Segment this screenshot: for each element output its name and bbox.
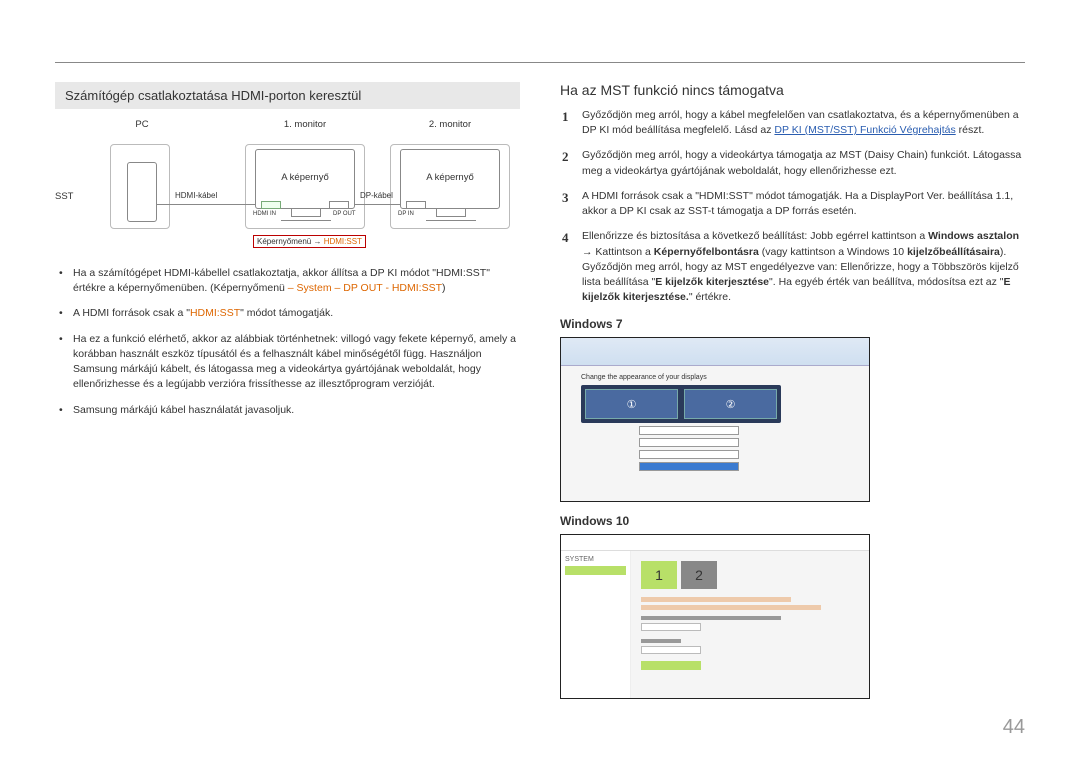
page-number: 44: [1003, 716, 1025, 739]
hdmi-in-port: [261, 201, 281, 209]
windows-7-label: Windows 7: [560, 317, 1025, 331]
connection-diagram: PC 1. monitor 2. monitor SST A képernyő …: [55, 119, 520, 254]
list-item: Ellenőrizze és biztosítása a következő b…: [582, 229, 1025, 305]
dp-out-port: [329, 201, 349, 209]
settings-sidebar: SYSTEM: [561, 551, 631, 698]
monitor-2-icon: A képernyő: [400, 149, 500, 209]
numbered-list: Győződjön meg arról, hogy a kábel megfel…: [560, 108, 1025, 305]
apply-button: [641, 661, 701, 670]
right-column: Ha az MST funkció nincs támogatva Győződ…: [560, 62, 1025, 709]
windows-10-label: Windows 10: [560, 514, 1025, 528]
left-heading: Számítógép csatlakoztatása HDMI-porton k…: [55, 82, 520, 109]
left-bullet-list: Ha a számítógépet HDMI-kábellel csatlako…: [55, 266, 520, 418]
list-item: Samsung márkájú kábel használatát javaso…: [73, 403, 520, 418]
left-column: Számítógép csatlakoztatása HDMI-porton k…: [55, 62, 520, 709]
windows-7-screenshot: Change the appearance of your displays ①…: [560, 337, 870, 502]
display-arrangement: ①②: [581, 385, 781, 423]
monitor-1-icon: A képernyő: [255, 149, 355, 209]
list-item: Ha ez a funkció elérhető, akkor az alább…: [73, 332, 520, 393]
list-item: Győződjön meg arról, hogy a videokártya …: [582, 148, 1025, 178]
list-item: A HDMI források csak a "HDMI:SST" módot …: [582, 189, 1025, 219]
list-item: A HDMI források csak a "HDMI:SST" módot …: [73, 306, 520, 321]
multiple-displays-dropdown: [639, 462, 739, 471]
osd-menu-label: Képernyőmenü → HDMI:SST: [253, 235, 366, 248]
pc-icon: [127, 162, 157, 222]
dp-ki-link[interactable]: DP KI (MST/SST) Funkció Végrehajtás: [774, 124, 955, 136]
list-item: Győződjön meg arról, hogy a kábel megfel…: [582, 108, 1025, 138]
list-item: Ha a számítógépet HDMI-kábellel csatlako…: [73, 266, 520, 296]
dp-in-port: [406, 201, 426, 209]
windows-10-screenshot: SYSTEM 12: [560, 534, 870, 699]
right-heading: Ha az MST funkció nincs támogatva: [560, 82, 1025, 98]
display-arrangement: 12: [641, 561, 859, 589]
